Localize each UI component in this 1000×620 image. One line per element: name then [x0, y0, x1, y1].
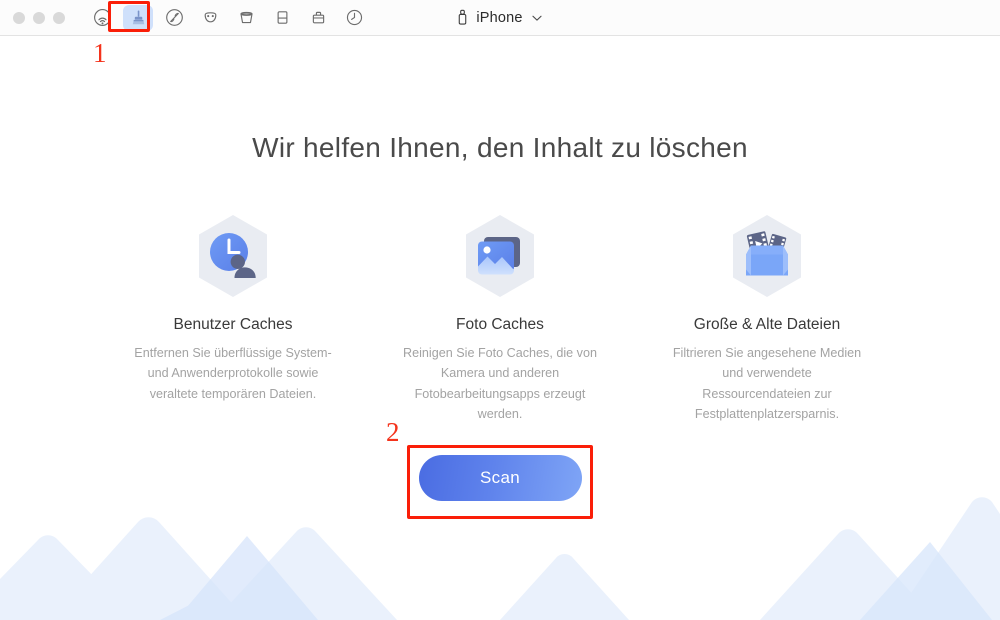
toolbar-item-privacy[interactable]: [195, 5, 225, 31]
feature-card-title: Foto Caches: [456, 316, 544, 333]
lightning-connector-icon: [459, 9, 467, 25]
clock-icon: [346, 9, 362, 26]
bucket-icon: [239, 11, 253, 24]
feature-card-user-caches: Benutzer Caches Entfernen Sie überflüssi…: [120, 210, 346, 425]
feature-card-title: Benutzer Caches: [173, 316, 293, 333]
app-window: iPhone Wir helfen Ihnen, den Inhalt zu l…: [0, 0, 1000, 620]
toolbar-item-bucket[interactable]: [231, 5, 261, 31]
toolbar-item-history[interactable]: [339, 5, 369, 31]
feature-card-description: Entfernen Sie überflüssige System- und A…: [134, 346, 332, 401]
page-title: Wir helfen Ihnen, den Inhalt zu löschen: [252, 132, 748, 163]
feature-card-photo-caches: Foto Caches Reinigen Sie Foto Caches, di…: [387, 210, 613, 425]
feature-card-title: Große & Alte Dateien: [693, 316, 841, 333]
mask-icon: [204, 12, 216, 23]
feature-card-large-old-files: Große & Alte Dateien Filtrieren Sie ange…: [654, 210, 880, 425]
toolbar-item-toolbox[interactable]: [303, 5, 333, 31]
device-icon: [277, 11, 287, 24]
title-bar: iPhone: [0, 0, 1000, 36]
user-caches-icon: [187, 210, 279, 302]
broom-icon: [132, 10, 144, 25]
main-content: Wir helfen Ihnen, den Inhalt zu löschen: [0, 36, 1000, 620]
toolbar-item-airdrop[interactable]: [87, 5, 117, 31]
globe-slash-icon: [165, 9, 183, 26]
chevron-down-icon[interactable]: [530, 11, 544, 25]
window-controls: [13, 11, 65, 24]
feature-card-description: Reinigen Sie Foto Caches, die von Kamera…: [403, 346, 597, 422]
toolbar-item-device[interactable]: [267, 5, 297, 31]
large-old-files-icon: [721, 210, 813, 302]
annotation-step-1: 1: [93, 38, 107, 68]
toolbar: [87, 4, 369, 31]
device-name-label: iPhone: [476, 10, 523, 26]
close-button[interactable]: [13, 11, 25, 24]
zoom-button[interactable]: [53, 11, 65, 24]
airdrop-icon: [93, 9, 111, 26]
annotation-step-2: 2: [386, 417, 400, 447]
toolbar-item-clean[interactable]: [123, 4, 153, 31]
mountain-decoration: [0, 480, 1000, 620]
feature-cards: Benutzer Caches Entfernen Sie überflüssi…: [120, 210, 880, 425]
photo-caches-icon: [454, 210, 546, 302]
toolbar-item-browser[interactable]: [159, 5, 189, 31]
feature-card-description: Filtrieren Sie angesehene Medien und ver…: [672, 346, 862, 422]
toolbox-icon: [312, 11, 324, 24]
minimize-button[interactable]: [33, 11, 45, 24]
